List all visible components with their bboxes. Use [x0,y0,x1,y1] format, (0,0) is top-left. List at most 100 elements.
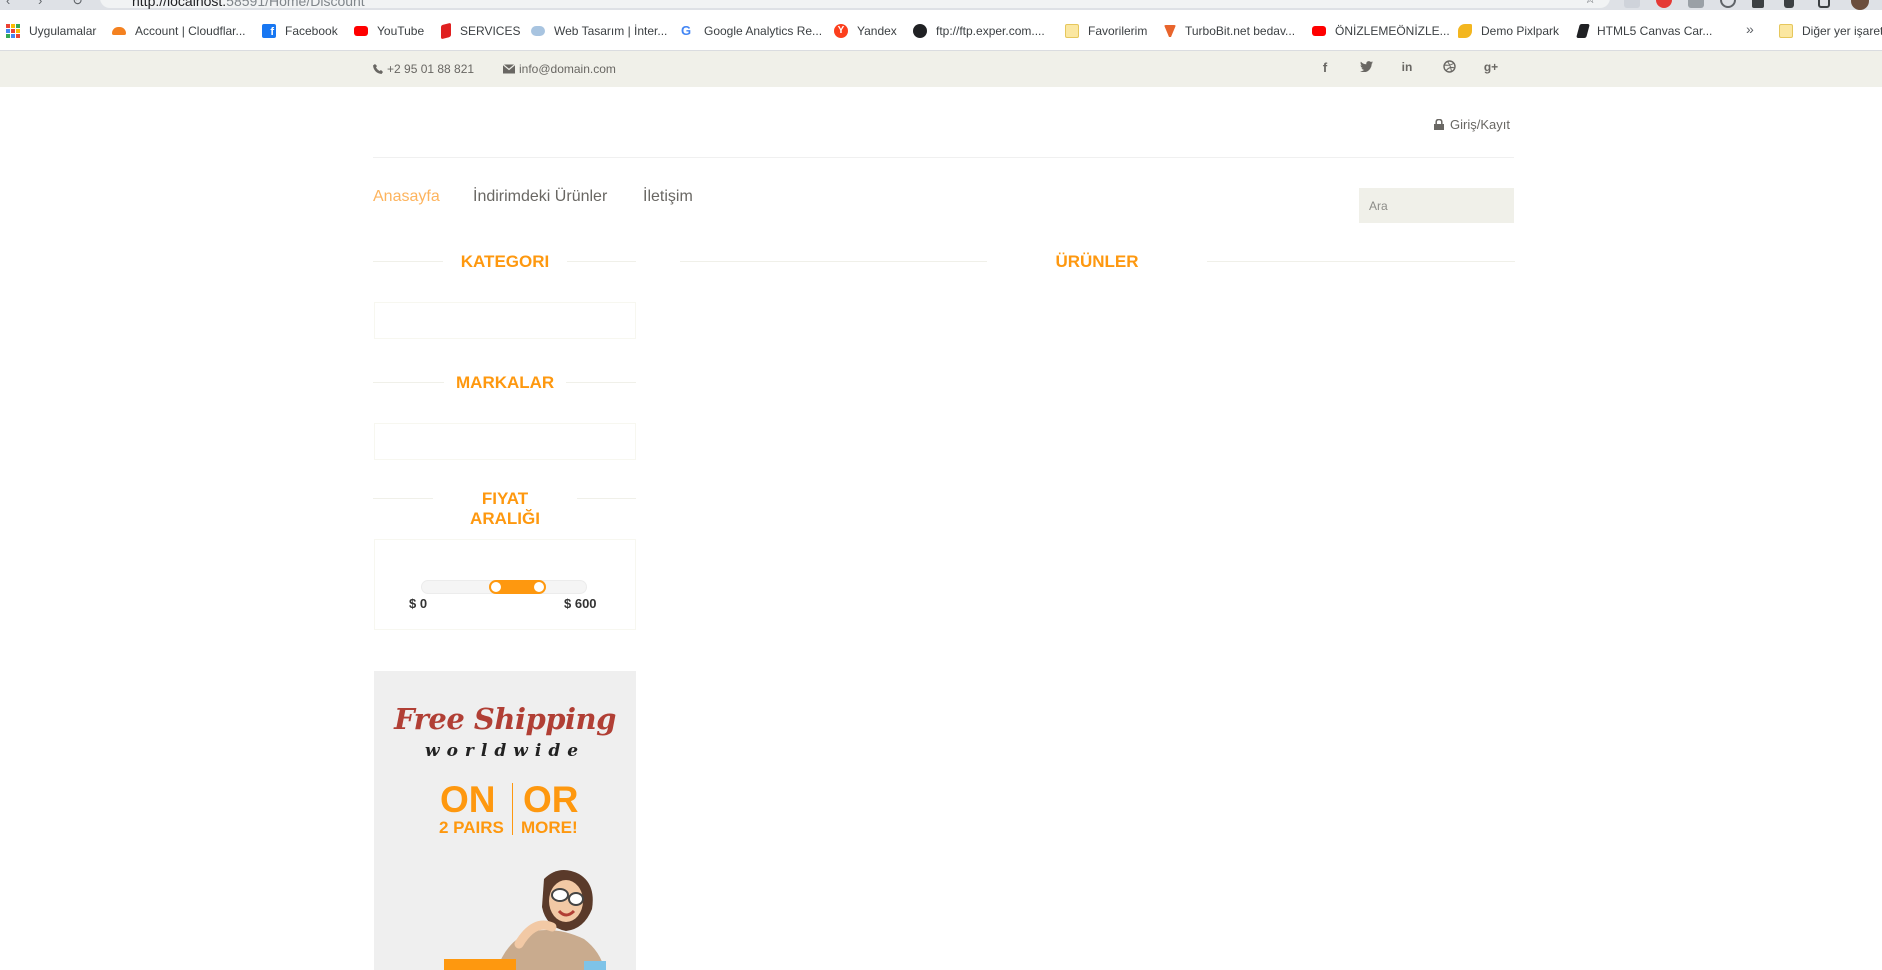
extension-icon[interactable] [1624,0,1640,8]
extension-icon[interactable] [1688,0,1704,8]
price-max-label: $ 600 [564,596,597,611]
globe-icon [913,24,927,38]
bookmark-apps[interactable]: Uygulamalar [6,23,96,39]
bookmark-web-tasarim[interactable]: Web Tasarım | İnter... [531,23,667,39]
cloudflare-icon [112,27,126,35]
youtube-icon [1312,26,1326,36]
youtube-icon [354,26,368,36]
bookmark-star-icon[interactable]: ☆ [1584,0,1596,7]
envelope-icon [503,64,515,74]
banner-divider [512,783,513,835]
pixlpark-icon [1458,24,1472,38]
bookmark-label: Uygulamalar [29,24,97,38]
contact-phone: +2 95 01 88 821 [373,62,474,76]
address-bar[interactable]: http://localhost:58591/Home/Discount ☆ [100,0,1610,9]
bookmark-pixlpark[interactable]: Demo Pixlpark [1458,23,1559,39]
contact-email[interactable]: info@domain.com [503,62,616,76]
bookmark-yandex[interactable]: Y Yandex [834,23,897,39]
banner-more-text: MORE! [521,818,578,837]
bookmark-label: Google Analytics Re... [704,24,823,38]
brands-panel [374,423,636,460]
bookmark-label: Favorilerim [1088,24,1148,38]
browser-toolbar: ‹ › ↻ http://localhost:58591/Home/Discou… [0,0,1882,10]
services-icon [441,22,451,40]
yandex-icon: Y [834,24,848,38]
google-icon: G [681,23,692,38]
price-slider-min-handle[interactable] [488,580,503,594]
forward-icon[interactable]: › [38,0,42,8]
linkedin-icon[interactable]: in [1396,60,1418,78]
banner-subheadline: worldwide [424,741,586,761]
menu-item-contact[interactable]: İletişim [643,188,693,206]
search-input[interactable] [1359,188,1514,223]
brands-title: MARKALAR [444,373,566,393]
lock-icon [1434,119,1444,130]
extension-icon[interactable] [1656,0,1672,8]
category-panel [374,302,636,339]
bookmark-google-analytics[interactable]: G Google Analytics Re... [681,23,822,39]
phone-text: +2 95 01 88 821 [387,62,475,76]
bookmark-other[interactable]: Diğer yer işaret [1779,23,1882,39]
bookmark-label: Web Tasarım | İnter... [554,24,668,38]
bookmark-facebook[interactable]: f Facebook [262,23,338,39]
bookmark-cloudflare[interactable]: Account | Cloudflar... [112,23,246,39]
login-text: Giriş/Kayıt [1450,117,1510,132]
facebook-icon: f [262,24,276,38]
header-divider [373,157,1514,158]
banner-pairs-text: 2 PAIRS [439,818,504,837]
bookmark-services[interactable]: SERVICES [441,22,521,40]
bookmark-youtube[interactable]: YouTube [354,23,424,39]
bookmark-favorilerim[interactable]: Favorilerim [1065,23,1147,39]
reload-icon[interactable]: ↻ [72,0,83,9]
profile-avatar[interactable] [1851,0,1869,10]
puzzle-icon[interactable] [1752,0,1764,8]
google-plus-icon[interactable]: g+ [1480,60,1502,78]
web-icon [531,26,545,36]
bookmark-label: HTML5 Canvas Car... [1597,24,1713,38]
menu-item-home[interactable]: Anasayfa [373,188,440,206]
bookmark-label: Facebook [285,24,338,38]
bookmark-label: YouTube [377,24,425,38]
price-min-label: $ 0 [409,596,428,611]
folder-icon [1779,24,1793,38]
apps-icon [6,24,20,38]
bookmark-label: Demo Pixlpark [1481,24,1560,38]
login-link[interactable]: Giriş/Kayıt [1434,117,1510,132]
free-shipping-banner[interactable]: Free Shipping worldwide ON 2 PAIRS OR MO… [374,671,636,970]
banner-on-text: ON [440,779,496,820]
category-title: KATEGORI [443,252,567,272]
email-text: info@domain.com [519,62,616,76]
back-icon[interactable]: ‹ [6,0,10,8]
bookmark-label: Diğer yer işaret [1802,24,1882,38]
twitter-icon[interactable] [1355,60,1377,78]
dribbble-icon[interactable] [1438,60,1460,78]
phone-icon [373,64,383,74]
bookmark-html5-canvas[interactable]: HTML5 Canvas Car... [1576,23,1713,39]
media-icon[interactable] [1784,0,1794,8]
banner-or-text: OR [523,779,579,820]
bookmark-label: TurboBit.net bedav... [1185,24,1296,38]
banner-headline: Free Shipping [394,702,616,736]
bookmarks-overflow-button[interactable]: » [1746,21,1754,37]
extension-icon[interactable] [1720,0,1736,8]
bookmark-onizleme[interactable]: ÖNİZLEMEÖNİZLE... [1312,23,1450,39]
bookmarks-bar: Uygulamalar Account | Cloudflar... f Fac… [0,10,1882,51]
canvas-icon [1576,24,1590,38]
bookmark-ftp[interactable]: ftp://ftp.exper.com.... [913,23,1045,39]
bookmark-label: Yandex [857,24,897,38]
products-title: ÜRÜNLER [987,252,1207,272]
bookmark-label: ftp://ftp.exper.com.... [936,24,1045,38]
bookmark-label: SERVICES [460,24,521,38]
menu-item-discounted[interactable]: İndirimdeki Ürünler [473,188,607,206]
bookmark-label: ÖNİZLEMEÖNİZLE... [1335,24,1450,38]
contact-bar: +2 95 01 88 821 info@domain.com f in g+ [0,51,1882,87]
bookmark-label: Account | Cloudflar... [135,24,246,38]
window-icon[interactable] [1818,0,1830,8]
bookmark-turbobit[interactable]: TurboBit.net bedav... [1164,23,1295,39]
facebook-icon[interactable]: f [1314,60,1336,78]
price-range-title: FIYAT ARALIĞI [433,489,577,529]
turbobit-icon [1164,25,1176,37]
price-slider-max-handle[interactable] [531,580,546,594]
url-text: http://localhost:58591/Home/Discount [132,0,365,9]
model-illustration [444,870,606,970]
